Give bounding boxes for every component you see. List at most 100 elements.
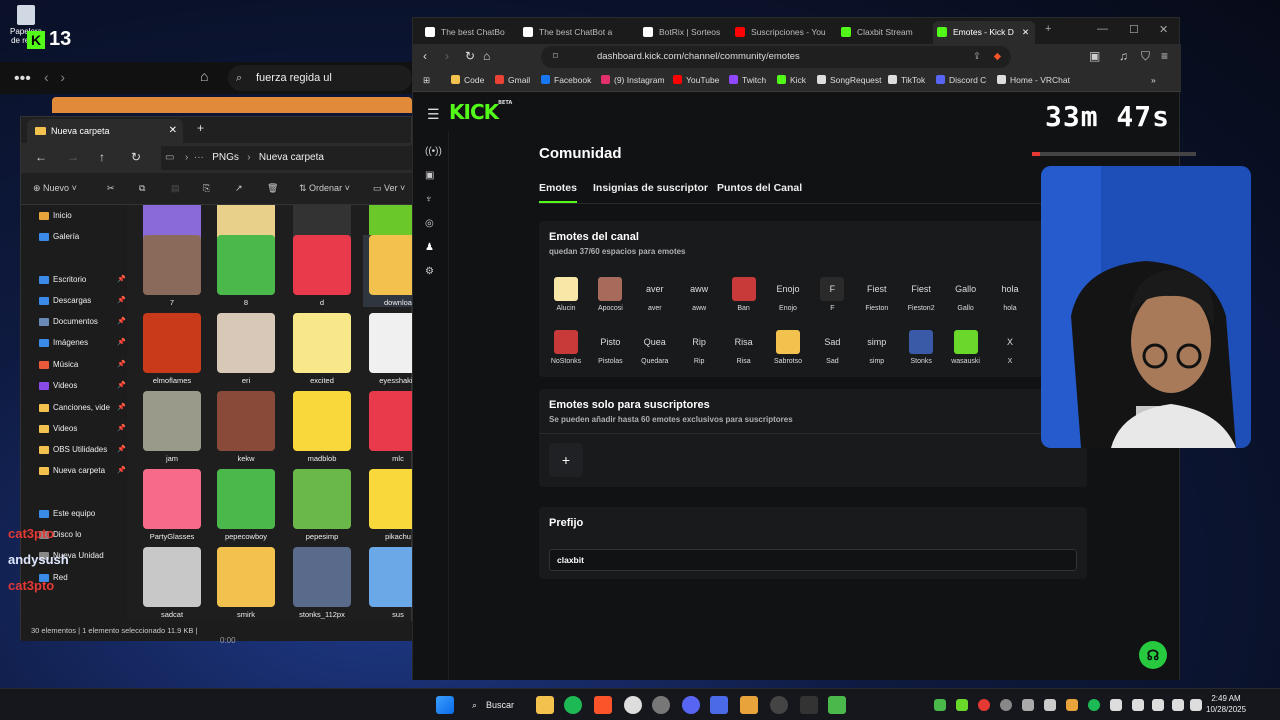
emote-item[interactable]: Alucin [544, 277, 588, 312]
emote-item[interactable]: aver aver [633, 277, 677, 312]
file-item[interactable]: stonks_112px [287, 547, 357, 619]
share-icon[interactable]: ↗ [235, 183, 243, 194]
file-item[interactable]: excited [287, 313, 357, 385]
volume-icon[interactable] [1190, 699, 1202, 711]
minecraft-icon[interactable] [828, 696, 846, 714]
sidebar-item[interactable]: Videos 📌 [39, 381, 126, 397]
menu-icon[interactable]: ≡ [1161, 49, 1168, 63]
explorer-tab[interactable]: Nueva carpeta ✕ [27, 119, 183, 143]
tray-icon[interactable] [1132, 699, 1144, 711]
refresh-icon[interactable]: ↻ [131, 150, 141, 164]
start-icon[interactable] [436, 696, 454, 714]
tray-icon[interactable] [1110, 699, 1122, 711]
bookmark-item[interactable]: TikTok [888, 75, 925, 85]
more-icon[interactable]: ••• [14, 70, 31, 88]
bookmark-item[interactable]: Twitch [729, 75, 766, 85]
network-icon[interactable] [1172, 699, 1184, 711]
tray-icon[interactable] [1088, 699, 1100, 711]
new-tab-icon[interactable]: + [197, 121, 204, 135]
sidebar-item[interactable]: Imágenes 📌 [39, 338, 126, 354]
file-item[interactable]: elmoflames [137, 313, 207, 385]
vscode-icon[interactable] [710, 696, 728, 714]
forward-icon[interactable]: → [67, 150, 79, 164]
app-icon[interactable] [740, 696, 758, 714]
emote-item[interactable]: Sad Sad [810, 330, 854, 365]
sidebar-item[interactable]: Videos 📌 [39, 424, 126, 440]
sidebar-item[interactable]: Escritorio 📌 [39, 275, 126, 291]
file-item[interactable]: sus [363, 547, 413, 619]
file-item[interactable]: eyesshakin [363, 313, 413, 385]
browser-tab[interactable]: BotRix | Sorteos [639, 21, 729, 44]
file-item[interactable]: downloa [363, 235, 413, 307]
file-item[interactable]: jam [137, 391, 207, 463]
sidebar-item[interactable]: Nueva carpeta 📌 [39, 466, 126, 482]
sidebar-item[interactable]: OBS Utilidades 📌 [39, 445, 126, 461]
emote-item[interactable]: hola hola [988, 277, 1032, 312]
back-forward-icons[interactable]: ‹ › [44, 69, 65, 85]
spotify-icon[interactable] [564, 696, 582, 714]
emote-item[interactable]: FF [810, 277, 854, 312]
bookmark-item[interactable]: SongRequest [817, 75, 882, 85]
emote-item[interactable]: Stonks [899, 330, 943, 365]
tray-icon[interactable] [1022, 699, 1034, 711]
help-chat-button[interactable]: ☊ [1139, 641, 1167, 669]
bookmark-icon[interactable]: ⌑ [553, 46, 558, 68]
sort-button[interactable]: ⇅ Ordenar ˅ [299, 183, 350, 194]
rename-icon[interactable]: ⎘ [203, 183, 210, 194]
tray-icon[interactable] [1044, 699, 1056, 711]
tab-subscriber-badges[interactable]: Insignias de suscriptor [593, 182, 708, 194]
bookmark-item[interactable]: Code [451, 75, 484, 85]
delete-icon[interactable]: 🗑 [267, 183, 278, 194]
app-icon[interactable] [652, 696, 670, 714]
bookmark-item[interactable]: Home - VRChat [997, 75, 1070, 85]
close-tab-icon[interactable]: ✕ [169, 119, 177, 143]
emote-item[interactable]: Sabrotso [766, 330, 810, 365]
bot-icon[interactable]: ◎ [425, 218, 434, 229]
emote-item[interactable]: NoStonks [544, 330, 588, 365]
file-item[interactable]: pepecowboy [211, 469, 281, 541]
kick-logo[interactable]: KICKBETA [449, 100, 512, 124]
browser-tab[interactable]: Suscripciones - You [731, 21, 833, 44]
file-explorer-icon[interactable] [536, 696, 554, 714]
sidebar-icon[interactable]: ▣ [1089, 49, 1100, 63]
emote-item[interactable]: Enojo Enojo [766, 277, 810, 312]
file-item[interactable]: 7 [137, 235, 207, 307]
emote-item[interactable]: Fiest Fieston [855, 277, 899, 312]
discord-icon[interactable] [682, 696, 700, 714]
sidebar-item[interactable]: Música 📌 [39, 360, 126, 376]
emote-item[interactable]: Fiest Fieston2 [899, 277, 943, 312]
emote-item[interactable]: XX [988, 330, 1032, 365]
emote-item[interactable]: Gallo Gallo [944, 277, 988, 312]
file-item[interactable]: pepesimp [287, 469, 357, 541]
tray-icon[interactable] [956, 699, 968, 711]
sidebar-item[interactable]: Inicio [39, 211, 72, 227]
file-item[interactable]: sadcat [137, 547, 207, 619]
tray-icon[interactable] [978, 699, 990, 711]
emote-item[interactable]: Pisto Pistolas [588, 330, 632, 365]
file-item[interactable]: PartyGlasses [137, 469, 207, 541]
microphone-icon[interactable] [1152, 699, 1164, 711]
breadcrumb[interactable]: ▭ › ··· PNGs › Nueva carpeta [161, 146, 413, 170]
file-item[interactable]: eri [211, 313, 281, 385]
sidebar-item[interactable]: Documentos 📌 [39, 317, 126, 333]
file-item[interactable]: d [287, 235, 357, 307]
address-input[interactable]: ⌑ dashboard.kick.com/channel/community/e… [541, 46, 1011, 68]
bookmark-item[interactable]: (9) Instagram [601, 75, 665, 85]
bookmark-item[interactable]: Facebook [541, 75, 591, 85]
bookmark-item[interactable]: Kick [777, 75, 806, 85]
file-item[interactable]: madblob [287, 391, 357, 463]
apps-icon[interactable]: ⊞ [423, 75, 430, 86]
tray-icon[interactable] [1000, 699, 1012, 711]
new-tab-icon[interactable]: + [1045, 23, 1051, 35]
file-item[interactable]: smirk [211, 547, 281, 619]
minimize-icon[interactable]: — [1097, 23, 1108, 35]
settings-icon[interactable]: ⚙ [425, 266, 434, 277]
emote-item[interactable]: aww aww [677, 277, 721, 312]
maximize-icon[interactable]: ☐ [1129, 23, 1139, 36]
cut-icon[interactable]: ✂ [107, 183, 115, 194]
forward-icon[interactable]: › [445, 49, 449, 63]
new-button[interactable]: ⊕ Nuevo ˅ [33, 183, 77, 194]
browser-tab[interactable]: Emotes - Kick D ✕ [933, 21, 1035, 44]
menu-icon[interactable]: ☰ [427, 106, 440, 123]
emote-item[interactable]: Quea Quedara [633, 330, 677, 365]
